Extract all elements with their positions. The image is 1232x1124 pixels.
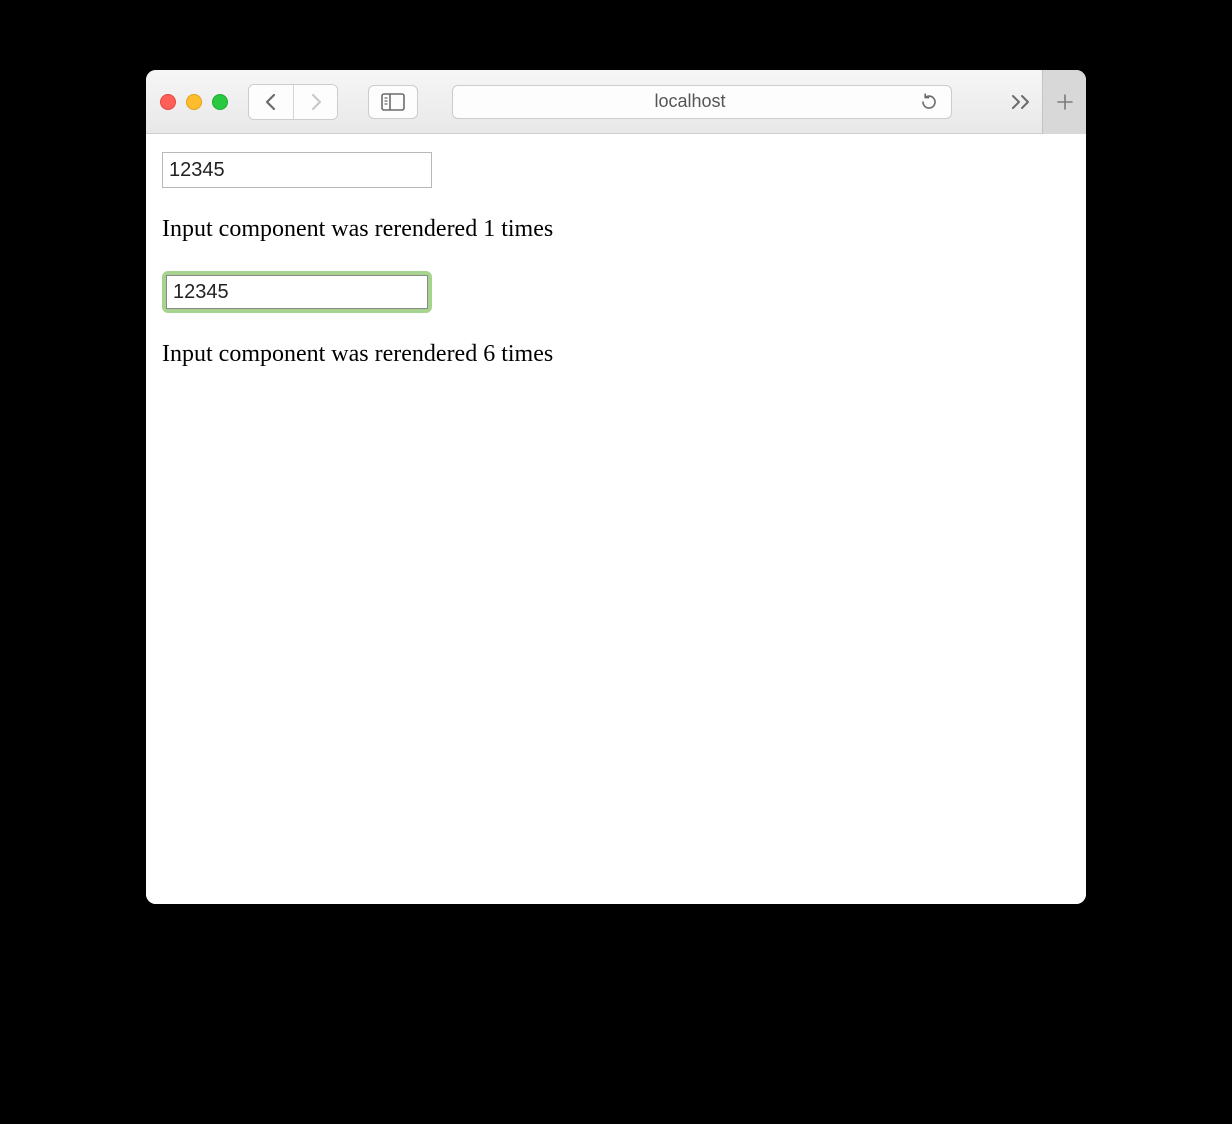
minimize-window-button[interactable] <box>186 94 202 110</box>
address-text: localhost <box>463 91 917 112</box>
rerender-status-2: Input component was rerendered 6 times <box>162 341 1070 368</box>
show-all-tabs-button[interactable] <box>1002 85 1042 119</box>
page-content: Input component was rerendered 1 times I… <box>146 134 1086 904</box>
titlebar-right-controls <box>1002 70 1072 134</box>
window-controls <box>160 94 228 110</box>
reload-button[interactable] <box>917 90 941 114</box>
double-chevron-right-icon <box>1010 94 1034 110</box>
chevron-left-icon <box>264 93 278 111</box>
new-tab-button[interactable] <box>1042 70 1086 134</box>
text-input-1[interactable] <box>162 152 432 188</box>
address-bar[interactable]: localhost <box>452 85 952 119</box>
back-button[interactable] <box>249 85 293 119</box>
rerender-status-1: Input component was rerendered 1 times <box>162 216 1070 243</box>
reload-icon <box>920 93 938 111</box>
forward-button[interactable] <box>293 85 337 119</box>
chevron-right-icon <box>309 93 323 111</box>
text-input-2[interactable] <box>166 275 428 309</box>
sidebar-icon <box>381 93 405 111</box>
focused-input-highlight <box>162 271 432 313</box>
maximize-window-button[interactable] <box>212 94 228 110</box>
browser-window: localhost <box>146 70 1086 904</box>
plus-icon <box>1055 92 1075 112</box>
close-window-button[interactable] <box>160 94 176 110</box>
sidebar-toggle-button[interactable] <box>368 85 418 119</box>
browser-titlebar: localhost <box>146 70 1086 134</box>
nav-buttons <box>248 84 338 120</box>
